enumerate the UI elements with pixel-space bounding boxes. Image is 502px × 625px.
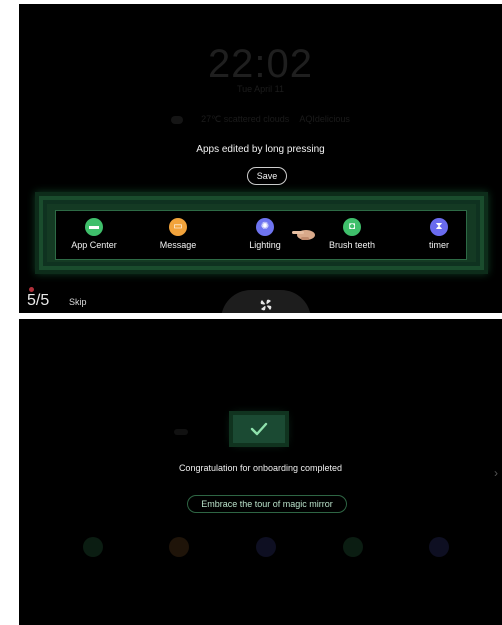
brush-teeth-icon bbox=[343, 537, 363, 557]
hand-pointer-icon bbox=[292, 230, 315, 240]
app-label: App Center bbox=[71, 240, 117, 250]
skip-button[interactable]: Skip bbox=[69, 297, 87, 307]
app-center-icon bbox=[83, 537, 103, 557]
app-app-center[interactable]: ▬ App Center bbox=[56, 218, 132, 250]
cloud-icon bbox=[174, 429, 188, 435]
step-indicator: 5/5 bbox=[27, 292, 50, 309]
onboarding-edit-screen: 22:02 Tue April 11 27℃ scattered clouds A… bbox=[19, 4, 502, 313]
embrace-tour-button[interactable]: Embrace the tour of magic mirror bbox=[187, 495, 347, 513]
message-icon bbox=[169, 537, 189, 557]
lighting-icon: ✺ bbox=[256, 218, 274, 236]
app-label: Lighting bbox=[249, 240, 281, 250]
app-message[interactable]: ▭ Message bbox=[140, 218, 216, 250]
dock-handle[interactable] bbox=[221, 290, 311, 313]
app-brush-teeth[interactable]: ◘ Brush teeth bbox=[314, 218, 390, 250]
app-center-icon: ▬ bbox=[85, 218, 103, 236]
clock: 22:02 bbox=[207, 42, 314, 86]
app-label: Brush teeth bbox=[328, 240, 376, 250]
timer-icon bbox=[429, 537, 449, 557]
weather-temp: 27℃ scattered clouds bbox=[201, 114, 290, 124]
app-timer[interactable]: ⧗ timer bbox=[401, 218, 477, 250]
weather-aqi: AQIdelicious bbox=[299, 114, 350, 124]
onboarding-complete-screen: Congratulation for onboarding completed … bbox=[19, 319, 502, 625]
message-icon: ▭ bbox=[169, 218, 187, 236]
save-button[interactable]: Save bbox=[247, 167, 287, 185]
brush-teeth-icon: ◘ bbox=[343, 218, 361, 236]
checkmark-icon bbox=[250, 422, 268, 436]
lighting-icon bbox=[256, 537, 276, 557]
timer-icon: ⧗ bbox=[430, 218, 448, 236]
app-label: Message bbox=[159, 240, 197, 250]
chevron-right-icon[interactable]: › bbox=[494, 466, 498, 480]
app-label: timer bbox=[429, 240, 449, 250]
fan-icon bbox=[260, 299, 272, 311]
edit-hint: Apps edited by long pressing bbox=[196, 144, 325, 155]
weather: 27℃ scattered clouds AQIdelicious bbox=[19, 114, 502, 125]
completed-badge bbox=[233, 415, 285, 443]
completion-message: Congratulation for onboarding completed bbox=[178, 463, 343, 473]
date: Tue April 11 bbox=[236, 84, 285, 94]
cloud-icon bbox=[171, 115, 184, 124]
